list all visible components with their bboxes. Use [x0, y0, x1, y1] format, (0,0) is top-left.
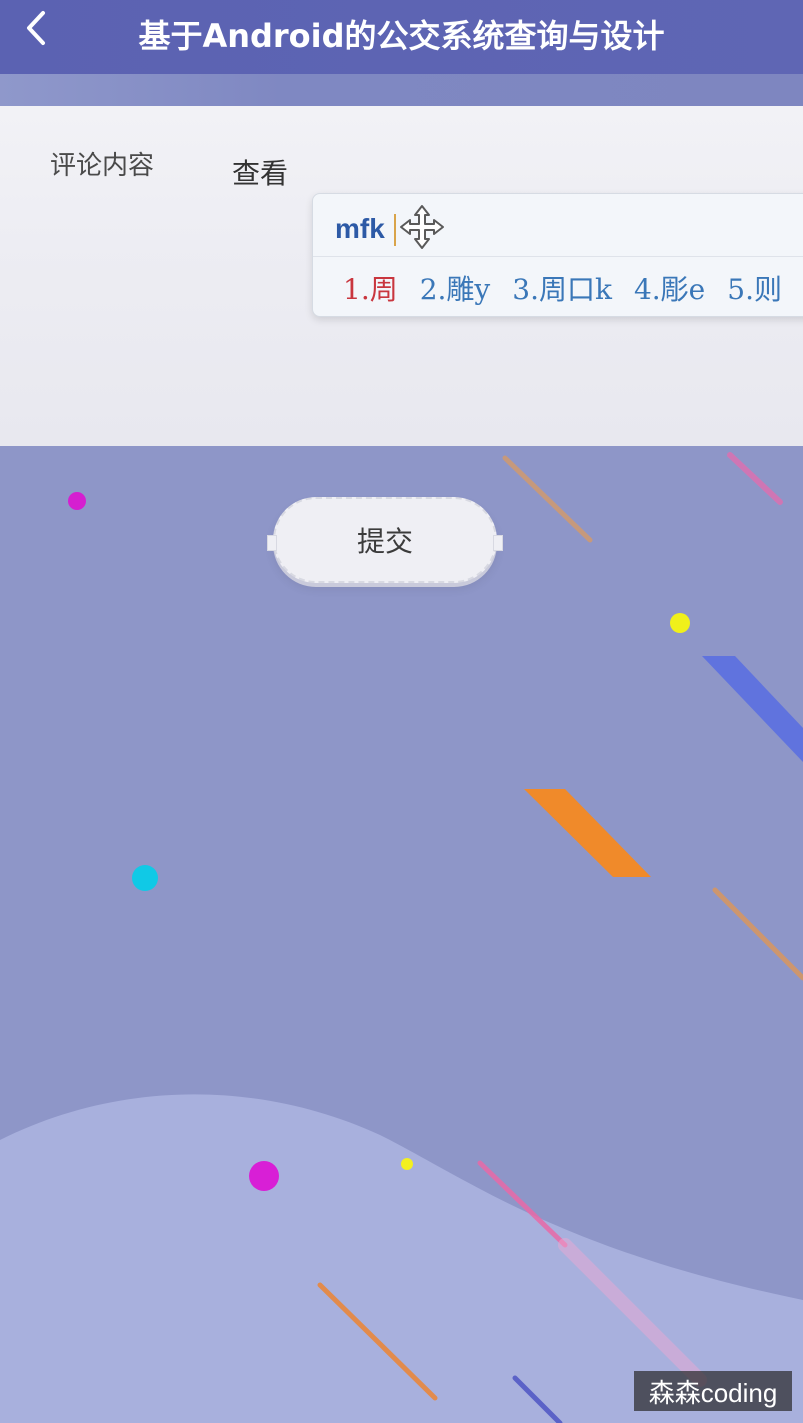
ime-candidate-popup: mfk 1.周 2.雕y 3.周口k 4.彫e 5.则 [312, 193, 803, 317]
ime-candidate[interactable]: 3.周口k [512, 268, 612, 308]
ime-composition-text: mfk [335, 213, 385, 244]
watermark: 森森coding [634, 1371, 792, 1411]
ime-candidate[interactable]: 4.彫e [634, 268, 705, 308]
text-caret [394, 214, 396, 246]
ime-candidate[interactable]: 1.周 [343, 268, 398, 308]
app-title: 基于Android的公交系统查询与设计 [138, 17, 665, 55]
submit-button[interactable]: 提交 [267, 497, 503, 583]
move-arrows-icon[interactable] [399, 204, 445, 250]
ime-candidate[interactable]: 2.雕y [420, 268, 491, 308]
ime-candidate[interactable]: 5.则 [727, 268, 782, 308]
view-button[interactable]: 查看 [232, 152, 288, 192]
header-banner [0, 74, 803, 108]
comment-content-label: 评论内容 [50, 151, 155, 181]
ime-divider [313, 256, 803, 257]
ime-candidate-list: 1.周 2.雕y 3.周口k 4.彫e 5.则 [343, 268, 803, 308]
app-bar: 基于Android的公交系统查询与设计 [0, 0, 803, 74]
